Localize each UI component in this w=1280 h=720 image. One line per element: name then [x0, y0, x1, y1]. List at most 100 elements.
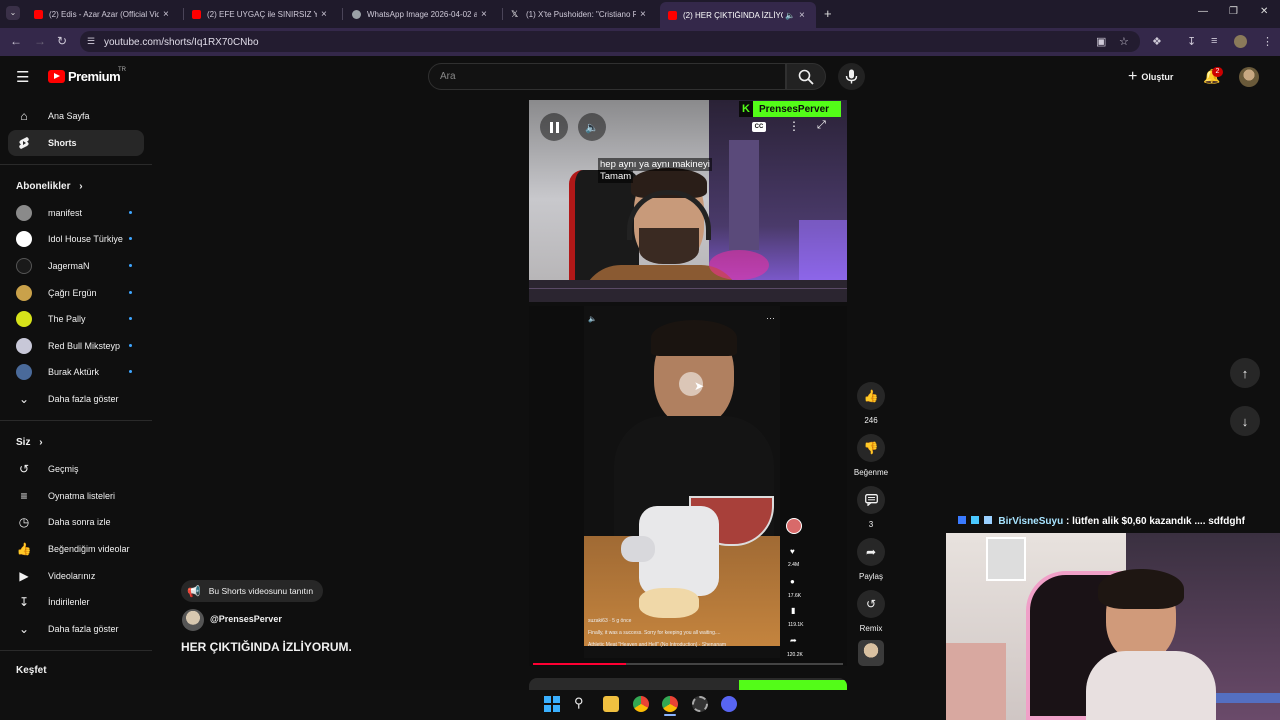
back-icon[interactable]: ←	[10, 34, 22, 48]
speaker-icon[interactable]: 🔈	[785, 11, 795, 20]
like-button[interactable]: 👍	[857, 382, 885, 410]
promote-label: Bu Shorts videosunu tanıtın	[208, 586, 314, 596]
sound-thumbnail[interactable]	[858, 640, 884, 666]
previous-short-button[interactable]: ↑	[1230, 358, 1260, 388]
sidebar-item-playlists[interactable]: ≡ Oynatma listeleri	[8, 483, 144, 509]
sidebar-item-your-videos[interactable]: ▶ Videolarınız	[8, 563, 144, 589]
account-avatar[interactable]	[1239, 67, 1259, 87]
browser-tab[interactable]: WhatsApp Image 2026-04-02 a ×	[346, 4, 498, 24]
browser-tab-strip: ⌄ (2) Edis - Azar Azar (Official Vid × (…	[0, 0, 1280, 28]
address-bar-url[interactable]: youtube.com/shorts/Iq1RX70CNbo	[104, 37, 259, 48]
file-explorer-icon[interactable]	[603, 696, 619, 712]
promote-short-button[interactable]: 📢 Bu Shorts videosunu tanıtın	[181, 580, 324, 602]
minimize-window-icon[interactable]: —	[1198, 6, 1208, 17]
sidebar-show-more-you[interactable]: ⌄ Daha fazla göster	[8, 616, 144, 642]
close-tab-icon[interactable]: ×	[640, 9, 646, 20]
sidebar-show-more-subscriptions[interactable]: ⌄ Daha fazla göster	[8, 386, 144, 412]
sidebar-subscription[interactable]: Red Bull Miksteyp	[8, 333, 144, 359]
channel-avatar	[16, 205, 32, 221]
short-title[interactable]: HER ÇIKTIĞINDA İZLİYORUM.	[181, 640, 352, 654]
youtube-logo-text[interactable]: Premium	[68, 69, 121, 84]
streamer-body	[1086, 651, 1216, 720]
sidebar-item-label: JagermaN	[48, 261, 90, 271]
discord-icon[interactable]	[721, 696, 737, 712]
sidebar-subscription[interactable]: manifest	[8, 200, 144, 226]
you-heading[interactable]: Siz ›	[16, 437, 43, 448]
sidebar-item-downloads[interactable]: ↧ İndirilenler	[8, 589, 144, 615]
new-tab-button[interactable]: +	[824, 6, 832, 21]
sidebar-subscription[interactable]: Idol House Türkiye	[8, 226, 144, 252]
sidebar-item-liked-videos[interactable]: 👍 Beğendiğim videolar	[8, 536, 144, 562]
windows-start-icon[interactable]	[544, 696, 560, 712]
browser-menu-icon[interactable]: ⋮	[1262, 35, 1273, 48]
restore-window-icon[interactable]: ❐	[1229, 6, 1238, 17]
more-options-icon[interactable]: ⋮	[788, 119, 800, 133]
comment-count: 3	[868, 520, 874, 529]
captions-button[interactable]: CC	[752, 122, 766, 132]
close-tab-icon[interactable]: ×	[321, 9, 327, 20]
chrome-icon[interactable]	[633, 696, 649, 712]
sidebar-subscription[interactable]: Burak Aktürk	[8, 359, 144, 385]
profile-avatar[interactable]	[1234, 35, 1247, 48]
embedded-caption: Finally, it was a success. Sorry for kee…	[588, 630, 721, 636]
channel-avatar[interactable]	[182, 609, 204, 631]
next-short-button[interactable]: ↓	[1230, 406, 1260, 436]
windows-taskbar	[0, 690, 946, 720]
close-window-icon[interactable]: ✕	[1260, 6, 1268, 17]
sidebar-item-label: Daha sonra izle	[48, 517, 111, 527]
chrome-profile-icon[interactable]	[662, 696, 678, 712]
sidebar-item-shorts[interactable]: Shorts	[8, 130, 144, 156]
dislike-label: Beğenme	[853, 468, 889, 477]
browser-tab[interactable]: (2) EFE UYGAÇ ile SINIRSIZ YEM ×	[186, 4, 338, 24]
hamburger-menu-icon[interactable]: ☰	[16, 68, 29, 86]
sidebar-item-label: Beğendiğim videolar	[48, 544, 130, 554]
embedded-comment-count: 17.6K	[788, 593, 802, 599]
sidebar-subscription[interactable]: Çağrı Ergün	[8, 280, 144, 306]
create-button[interactable]: + Oluştur	[1128, 66, 1188, 88]
downloads-icon[interactable]: ↧	[1187, 35, 1196, 48]
sidebar-item-home[interactable]: ⌂ Ana Sayfa	[8, 103, 144, 129]
close-tab-icon[interactable]: ×	[163, 9, 169, 20]
sidebar-item-label: Red Bull Miksteyp	[48, 341, 121, 351]
video-progress-bar[interactable]	[533, 663, 843, 665]
fullscreen-icon[interactable]: ⤢	[817, 119, 826, 132]
dislike-button[interactable]: 👎	[857, 434, 885, 462]
chevron-down-icon: ⌄	[18, 622, 30, 636]
embedded-comment-icon: ●	[790, 577, 795, 586]
install-app-icon[interactable]: ▣	[1096, 35, 1106, 48]
volume-button[interactable]: 🔈	[578, 113, 606, 141]
close-tab-icon[interactable]: ×	[799, 10, 805, 21]
sidebar-subscription[interactable]: JagermaN	[8, 253, 144, 279]
browser-tab[interactable]: 𝕏 (1) X'te Pushoiden: "Cristiano R ×	[505, 4, 655, 24]
tab-search-chevron-icon[interactable]: ⌄	[6, 6, 20, 20]
share-button[interactable]: ➦	[857, 538, 885, 566]
tab-title: (2) EFE UYGAÇ ile SINIRSIZ YEM	[207, 9, 317, 19]
channel-name[interactable]: @PrensesPerver	[210, 614, 282, 624]
sidebar-subscription[interactable]: The Pally	[8, 306, 144, 332]
youtube-play-glyph	[54, 73, 60, 79]
new-content-dot	[129, 264, 132, 267]
bookmark-star-icon[interactable]: ☆	[1119, 35, 1129, 48]
tab-title: (1) X'te Pushoiden: "Cristiano R	[526, 9, 636, 19]
forward-icon[interactable]: →	[34, 34, 46, 48]
reading-list-icon[interactable]: ≡	[1211, 35, 1217, 47]
like-count: 246	[864, 416, 878, 425]
sidebar-item-watch-later[interactable]: ◷ Daha sonra izle	[8, 509, 144, 535]
site-info-icon[interactable]: ☰	[87, 36, 95, 47]
sidebar-item-label: Idol House Türkiye	[48, 234, 123, 244]
remix-button[interactable]: ↺	[857, 590, 885, 618]
browser-tab[interactable]: (2) Edis - Azar Azar (Official Vid ×	[28, 4, 178, 24]
search-input[interactable]	[428, 63, 786, 90]
subscriptions-heading[interactable]: Abonelikler ›	[16, 181, 83, 192]
app-icon[interactable]	[692, 696, 708, 712]
taskbar-search-icon[interactable]: ⚲	[574, 695, 584, 711]
comments-button[interactable]	[857, 486, 885, 514]
pause-button[interactable]	[540, 113, 568, 141]
reload-icon[interactable]: ↻	[57, 34, 67, 48]
sidebar-item-history[interactable]: ↺ Geçmiş	[8, 456, 144, 482]
extensions-icon[interactable]: ❖	[1152, 35, 1162, 48]
browser-tab-active[interactable]: (2) HER ÇIKTIĞINDA İZLİYO 🔈 ×	[660, 2, 816, 28]
embedded-short-video[interactable]	[529, 306, 847, 666]
close-tab-icon[interactable]: ×	[481, 9, 487, 20]
sidebar-item-label: manifest	[48, 208, 83, 218]
